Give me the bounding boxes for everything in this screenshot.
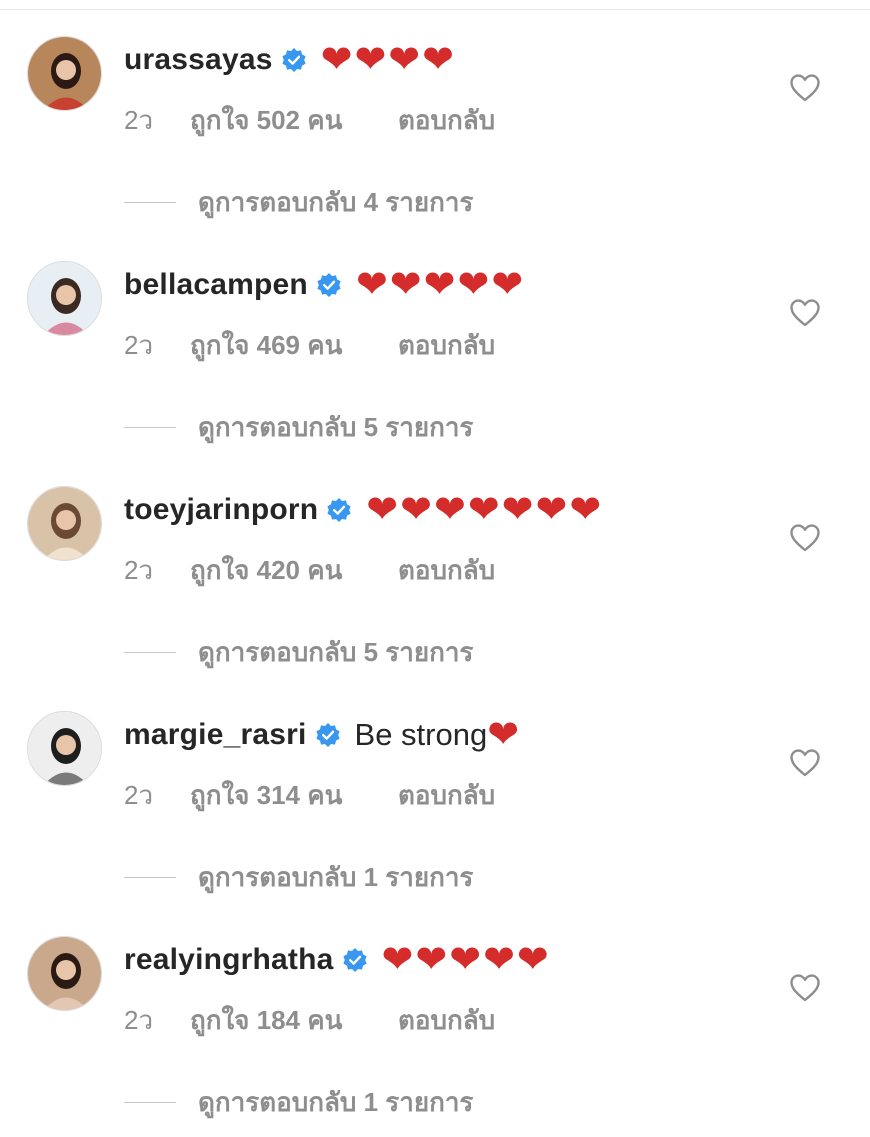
comment-text: Be strong ❤︎: [355, 716, 520, 754]
heart-emojis: ❤︎ ❤︎ ❤︎ ❤︎: [321, 41, 454, 79]
comment-timestamp[interactable]: 2ว: [124, 100, 190, 141]
red-heart-emoji: ❤︎: [433, 489, 466, 531]
reply-button[interactable]: ตอบกลับ: [398, 1000, 495, 1041]
comment-item: urassayas ❤︎ ❤︎ ❤︎ ❤︎ 2ว ถูกใจ 502 คน ตอบกล…: [0, 0, 870, 225]
red-heart-emoji: ❤︎: [457, 264, 490, 306]
avatar[interactable]: [27, 711, 102, 786]
avatar-image: [28, 37, 101, 110]
avatar-image: [28, 487, 101, 560]
red-heart-emoji: ❤︎: [400, 489, 432, 531]
red-heart-emoji: ❤︎: [467, 489, 500, 531]
replies-dash: [124, 652, 176, 653]
comment-timestamp[interactable]: 2ว: [124, 775, 190, 816]
avatar-image: [28, 712, 101, 785]
heart-emojis: ❤︎ ❤︎ ❤︎ ❤︎ ❤︎: [356, 266, 523, 304]
verified-badge-icon: [342, 947, 368, 973]
username[interactable]: urassayas: [124, 43, 273, 77]
comment-text: ❤︎ ❤︎ ❤︎ ❤︎ ❤︎ ❤︎ ❤︎: [366, 491, 601, 529]
comment-item: realyingrhatha ❤︎ ❤︎ ❤︎ ❤︎ ❤︎ 2ว ถูกใจ 184 ค…: [0, 900, 870, 1125]
avatar[interactable]: [27, 36, 102, 111]
red-heart-emoji: ❤︎: [423, 264, 456, 306]
verified-badge-icon: [316, 272, 342, 298]
red-heart-emoji: ❤︎: [516, 939, 549, 981]
view-replies-button[interactable]: ดูการตอบกลับ 1 รายการ: [124, 1082, 473, 1123]
comment-item: margie_rasri Be strong ❤︎ 2ว ถูกใจ 314 ค…: [0, 675, 870, 900]
username[interactable]: toeyjarinporn: [124, 493, 318, 527]
reply-button[interactable]: ตอบกลับ: [398, 325, 495, 366]
heart-emojis: ❤︎ ❤︎ ❤︎ ❤︎ ❤︎ ❤︎ ❤︎: [366, 491, 601, 529]
replies-dash: [124, 202, 176, 203]
red-heart-emoji: ❤︎: [354, 39, 387, 81]
view-replies-label: ดูการตอบกลับ 5 รายการ: [198, 412, 474, 442]
view-replies-label: ดูการตอบกลับ 1 รายการ: [198, 1087, 474, 1117]
red-heart-emoji: ❤︎: [483, 939, 515, 981]
red-heart-emoji: ❤︎: [449, 939, 482, 981]
comment-text: ❤︎ ❤︎ ❤︎ ❤︎ ❤︎: [356, 266, 523, 304]
heart-outline-icon[interactable]: [789, 298, 821, 328]
heart-outline-icon[interactable]: [789, 973, 821, 1003]
red-heart-emoji: ❤︎: [389, 264, 422, 306]
comment-timestamp[interactable]: 2ว: [124, 325, 190, 366]
view-replies-button[interactable]: ดูการตอบกลับ 1 รายการ: [124, 857, 473, 898]
verified-badge-icon: [281, 47, 307, 73]
comment-item: toeyjarinporn ❤︎ ❤︎ ❤︎ ❤︎ ❤︎ ❤︎ ❤︎ 2ว ถูกใจ 42…: [0, 450, 870, 675]
like-count[interactable]: ถูกใจ 314 คน: [190, 775, 398, 816]
red-heart-emoji: ❤︎: [366, 489, 399, 531]
verified-badge-icon: [326, 497, 352, 523]
comment-body: Be strong: [354, 717, 488, 752]
heart-outline-icon[interactable]: [789, 73, 821, 103]
avatar[interactable]: [27, 486, 102, 561]
view-replies-button[interactable]: ดูการตอบกลับ 4 รายการ: [124, 182, 473, 223]
red-heart-emoji: ❤︎: [535, 489, 568, 531]
like-count[interactable]: ถูกใจ 469 คน: [190, 325, 398, 366]
view-replies-button[interactable]: ดูการตอบกลับ 5 รายการ: [124, 632, 473, 673]
heart-outline-icon[interactable]: [789, 748, 821, 778]
reply-button[interactable]: ตอบกลับ: [398, 775, 495, 816]
username[interactable]: margie_rasri: [124, 718, 307, 752]
avatar[interactable]: [27, 936, 102, 1011]
avatar-image: [28, 937, 101, 1010]
red-heart-emoji: ❤︎: [487, 714, 520, 756]
view-replies-label: ดูการตอบกลับ 5 รายการ: [198, 637, 474, 667]
replies-dash: [124, 877, 176, 878]
avatar-image: [28, 262, 101, 335]
avatar[interactable]: [27, 261, 102, 336]
heart-emojis: ❤︎ ❤︎ ❤︎ ❤︎ ❤︎: [382, 941, 549, 979]
like-count[interactable]: ถูกใจ 184 คน: [190, 1000, 398, 1041]
username[interactable]: bellacampen: [124, 268, 308, 302]
red-heart-emoji: ❤︎: [381, 939, 414, 981]
like-count[interactable]: ถูกใจ 420 คน: [190, 550, 398, 591]
username[interactable]: realyingrhatha: [124, 943, 334, 977]
replies-dash: [124, 1102, 176, 1103]
like-count[interactable]: ถูกใจ 502 คน: [190, 100, 398, 141]
comment-item: bellacampen ❤︎ ❤︎ ❤︎ ❤︎ ❤︎ 2ว ถูกใจ 469 คน ต…: [0, 225, 870, 450]
red-heart-emoji: ❤︎: [355, 264, 388, 306]
view-replies-label: ดูการตอบกลับ 4 รายการ: [198, 187, 474, 217]
comment-timestamp[interactable]: 2ว: [124, 1000, 190, 1041]
red-heart-emoji: ❤︎: [491, 264, 524, 306]
comment-text: ❤︎ ❤︎ ❤︎ ❤︎ ❤︎: [382, 941, 549, 979]
replies-dash: [124, 427, 176, 428]
verified-badge-icon: [315, 722, 341, 748]
red-heart-emoji: ❤︎: [320, 39, 353, 81]
heart-emojis: ❤︎: [487, 716, 519, 754]
comment-text: ❤︎ ❤︎ ❤︎ ❤︎: [321, 41, 454, 79]
red-heart-emoji: ❤︎: [388, 39, 421, 81]
reply-button[interactable]: ตอบกลับ: [398, 550, 495, 591]
red-heart-emoji: ❤︎: [415, 939, 448, 981]
red-heart-emoji: ❤︎: [501, 489, 534, 531]
red-heart-emoji: ❤︎: [569, 489, 602, 531]
view-replies-button[interactable]: ดูการตอบกลับ 5 รายการ: [124, 407, 473, 448]
comment-timestamp[interactable]: 2ว: [124, 550, 190, 591]
red-heart-emoji: ❤︎: [422, 39, 454, 81]
reply-button[interactable]: ตอบกลับ: [398, 100, 495, 141]
heart-outline-icon[interactable]: [789, 523, 821, 553]
view-replies-label: ดูการตอบกลับ 1 รายการ: [198, 862, 474, 892]
